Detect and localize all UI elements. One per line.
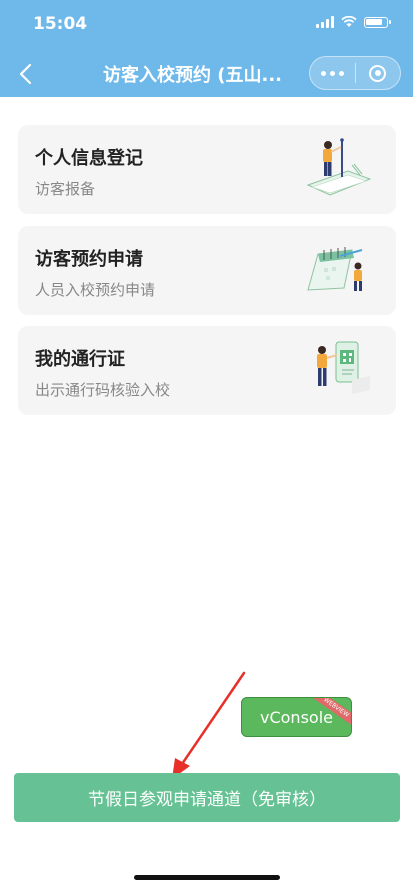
more-button[interactable]	[310, 57, 355, 89]
holiday-visit-label: 节假日参观申请通道（免审核）	[88, 790, 326, 810]
card-title: 我的通行证	[35, 349, 125, 370]
close-button[interactable]	[356, 57, 400, 89]
qr-pass-person-icon	[317, 341, 370, 394]
mini-program-capsule	[309, 56, 401, 90]
card-subtitle: 访客报备	[35, 180, 96, 198]
header-bar: 15:04 访客入校预约 (五山...	[0, 0, 413, 97]
back-button[interactable]	[14, 60, 38, 88]
battery-icon	[364, 16, 391, 28]
target-icon	[369, 64, 387, 82]
card-title: 个人信息登记	[35, 148, 143, 169]
card-subtitle: 人员入校预约申请	[35, 281, 156, 299]
person-with-board-icon	[306, 138, 372, 196]
card-visitor-appointment[interactable]: 访客预约申请 人员入校预约申请	[18, 226, 396, 315]
page-title: 访客入校预约 (五山...	[103, 65, 283, 86]
signal-icon	[316, 16, 334, 28]
card-title: 访客预约申请	[35, 249, 143, 270]
home-indicator	[134, 875, 280, 880]
card-personal-info[interactable]: 个人信息登记 访客报备	[18, 125, 396, 214]
chevron-left-icon	[19, 63, 32, 85]
status-time: 15:04	[33, 14, 88, 34]
wifi-icon	[341, 16, 357, 27]
calendar-person-icon	[307, 247, 363, 291]
status-icons	[316, 16, 391, 28]
card-my-pass[interactable]: 我的通行证 出示通行码核验入校	[18, 326, 396, 415]
vconsole-label: vConsole	[260, 707, 333, 727]
vconsole-button[interactable]: vConsole WEBVIEW	[241, 697, 352, 737]
card-subtitle: 出示通行码核验入校	[35, 381, 171, 399]
holiday-visit-button[interactable]: 节假日参观申请通道（免审核）	[14, 773, 400, 822]
